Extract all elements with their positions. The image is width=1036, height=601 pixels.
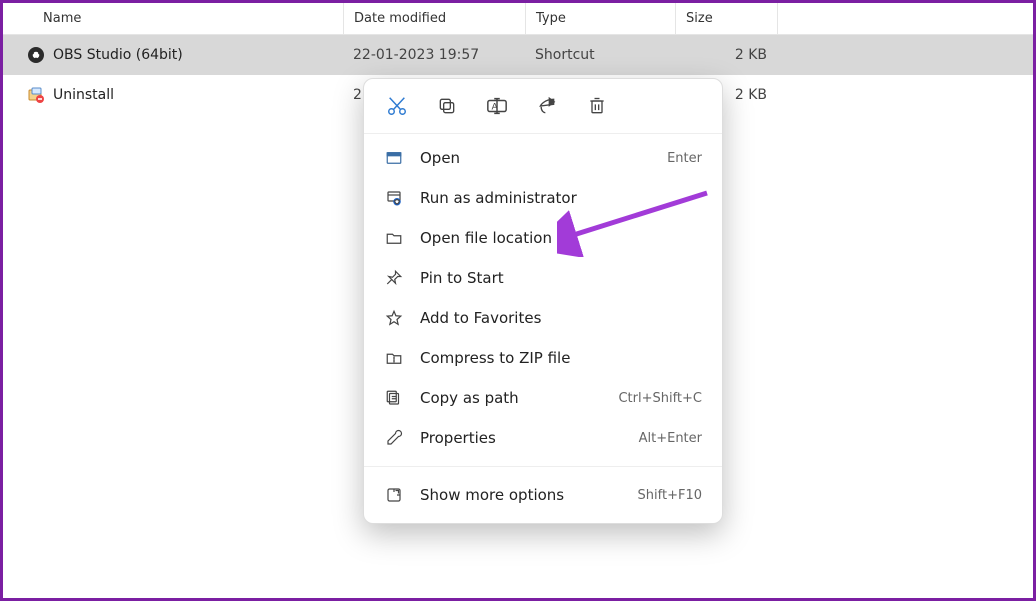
menu-add-to-favorites[interactable]: Add to Favorites	[364, 298, 722, 338]
column-header-type[interactable]: Type	[525, 3, 675, 34]
context-menu: A Open Enter Run as administrator	[363, 78, 723, 524]
column-header-row: Name Date modified Type Size	[3, 3, 1033, 35]
menu-shortcut: Enter	[667, 151, 702, 166]
zip-icon	[384, 349, 404, 367]
copy-button[interactable]	[434, 93, 460, 119]
menu-label: Open	[420, 149, 651, 167]
star-icon	[384, 309, 404, 327]
uninstall-icon	[27, 86, 45, 104]
menu-label: Add to Favorites	[420, 309, 686, 327]
menu-label: Open file location	[420, 229, 686, 247]
menu-shortcut: Alt+Enter	[639, 431, 702, 446]
menu-open-file-location[interactable]: Open file location	[364, 218, 722, 258]
menu-label: Compress to ZIP file	[420, 349, 686, 367]
menu-label: Show more options	[420, 486, 622, 504]
file-name-label: Uninstall	[53, 87, 114, 103]
menu-copy-as-path[interactable]: Copy as path Ctrl+Shift+C	[364, 378, 722, 418]
column-header-name[interactable]: Name	[3, 11, 343, 26]
share-button[interactable]	[534, 93, 560, 119]
column-header-date[interactable]: Date modified	[343, 3, 525, 34]
file-name-label: OBS Studio (64bit)	[53, 47, 183, 63]
rename-button[interactable]: A	[484, 93, 510, 119]
menu-show-more-options[interactable]: Show more options Shift+F10	[364, 475, 722, 515]
svg-text:A: A	[492, 102, 499, 113]
menu-properties[interactable]: Properties Alt+Enter	[364, 418, 722, 458]
folder-icon	[384, 229, 404, 247]
menu-open[interactable]: Open Enter	[364, 138, 722, 178]
menu-separator	[364, 466, 722, 467]
column-header-size[interactable]: Size	[675, 3, 777, 34]
file-row[interactable]: OBS Studio (64bit) 22-01-2023 19:57 Shor…	[3, 35, 1033, 75]
menu-run-as-administrator[interactable]: Run as administrator	[364, 178, 722, 218]
pin-icon	[384, 269, 404, 287]
shield-admin-icon	[384, 189, 404, 207]
column-header-end	[777, 3, 1033, 34]
menu-label: Run as administrator	[420, 189, 686, 207]
menu-label: Properties	[420, 429, 623, 447]
file-type-label: Shortcut	[525, 47, 675, 63]
menu-pin-to-start[interactable]: Pin to Start	[364, 258, 722, 298]
file-date-label: 22-01-2023 19:57	[343, 47, 525, 63]
menu-label: Pin to Start	[420, 269, 686, 287]
menu-shortcut: Ctrl+Shift+C	[618, 391, 702, 406]
wrench-icon	[384, 429, 404, 447]
menu-label: Copy as path	[420, 389, 602, 407]
file-size-label: 2 KB	[675, 47, 777, 63]
copy-path-icon	[384, 389, 404, 407]
menu-shortcut: Shift+F10	[638, 488, 702, 503]
menu-compress-to-zip[interactable]: Compress to ZIP file	[364, 338, 722, 378]
open-icon	[384, 149, 404, 167]
delete-button[interactable]	[584, 93, 610, 119]
obs-icon	[27, 46, 45, 64]
context-menu-iconbar: A	[364, 79, 722, 134]
cut-button[interactable]	[384, 93, 410, 119]
more-options-icon	[384, 486, 404, 504]
